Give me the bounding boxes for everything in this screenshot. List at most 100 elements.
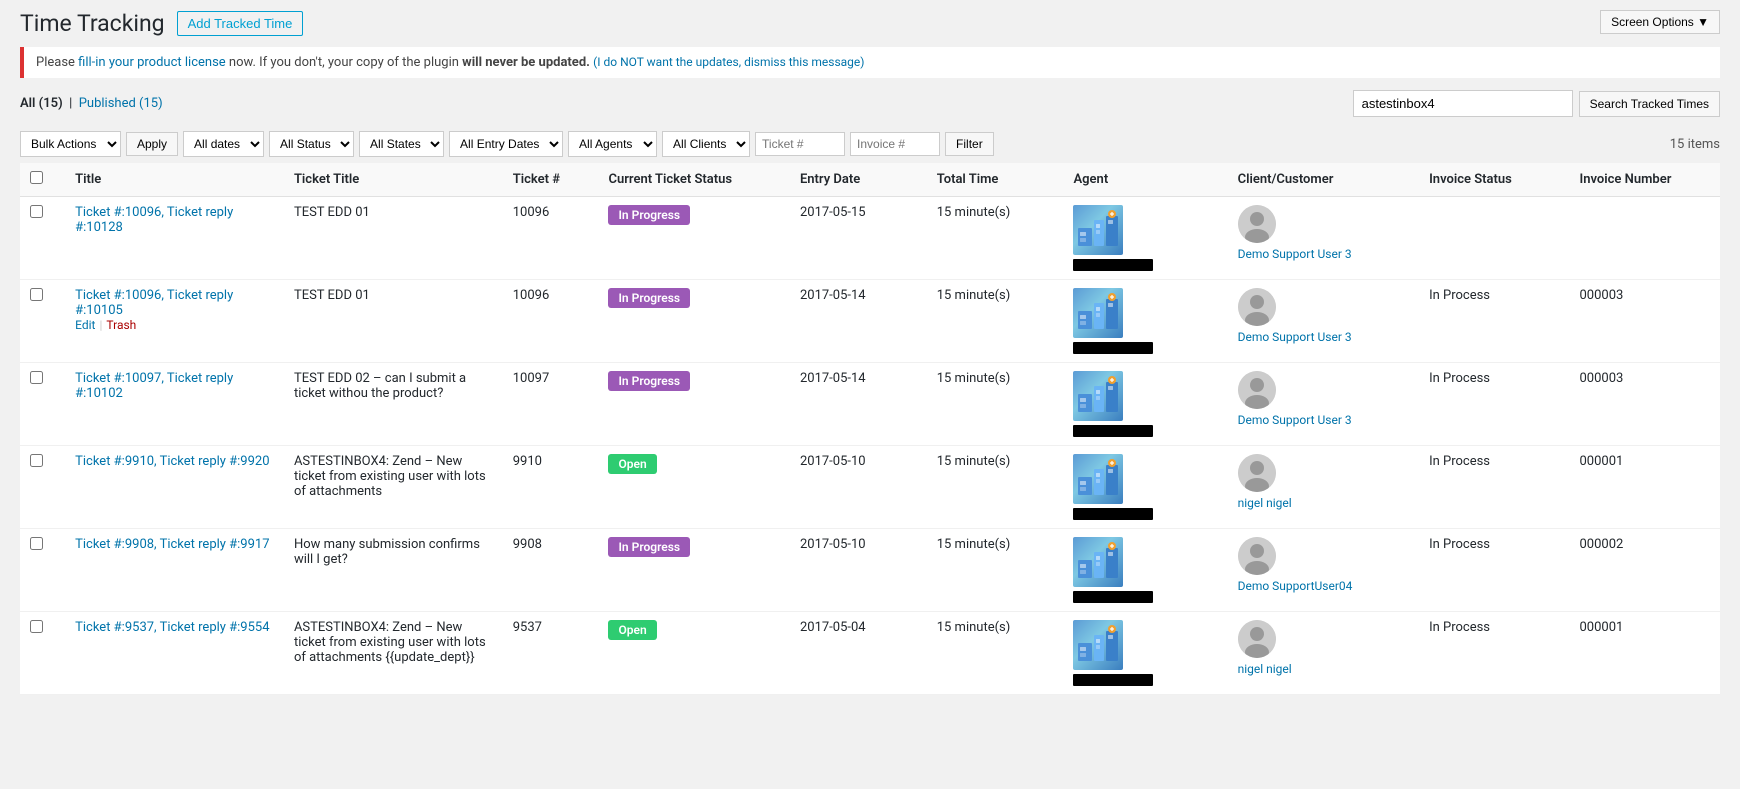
invoice-status-cell: [1419, 197, 1569, 280]
entry-date-cell: 2017-05-14: [790, 363, 927, 446]
client-name-link[interactable]: Demo Support User 3: [1238, 247, 1352, 261]
agents-filter[interactable]: All Agents: [568, 131, 657, 157]
add-tracked-time-button[interactable]: Add Tracked Time: [177, 11, 304, 36]
row-checkbox[interactable]: [30, 371, 43, 384]
ticket-num-cell: 9908: [503, 529, 599, 612]
row-checkbox[interactable]: [30, 537, 43, 550]
title-link[interactable]: Ticket #:9908, Ticket reply #:9917: [75, 537, 269, 552]
invoice-status-cell: In Process: [1419, 363, 1569, 446]
search-tracked-times-input[interactable]: [1353, 90, 1573, 117]
status-badge: In Progress: [608, 288, 690, 308]
invoice-number-cell: 000001: [1570, 446, 1721, 529]
col-header-invoice-status: Invoice Status: [1419, 163, 1569, 197]
invoice-status-cell: In Process: [1419, 280, 1569, 363]
agent-cell: [1063, 363, 1227, 446]
title-link[interactable]: Ticket #:10096, Ticket reply #:10105: [75, 288, 233, 318]
agent-name-bar: [1073, 342, 1153, 354]
title-link[interactable]: Ticket #:9537, Ticket reply #:9554: [75, 620, 269, 635]
agent-cell: [1063, 529, 1227, 612]
title-link[interactable]: Ticket #:10096, Ticket reply #:10128: [75, 205, 233, 235]
ticket-num-cell: 10096: [503, 197, 599, 280]
total-time-cell: 15 minute(s): [927, 446, 1064, 529]
client-avatar: [1238, 371, 1276, 409]
table-row: Ticket #:10097, Ticket reply #:10102 TEST…: [20, 363, 1720, 446]
apply-button[interactable]: Apply: [126, 132, 178, 156]
page-title: Time Tracking: [20, 10, 165, 37]
notice-dismiss-link[interactable]: (I do NOT want the updates, dismiss this…: [593, 55, 864, 69]
tab-all[interactable]: All (15): [20, 96, 66, 111]
ticket-num-cell: 10097: [503, 363, 599, 446]
row-checkbox[interactable]: [30, 205, 43, 218]
agent-avatar: [1073, 620, 1123, 670]
client-name-link[interactable]: nigel nigel: [1238, 662, 1292, 676]
client-name-link[interactable]: Demo Support User 3: [1238, 330, 1352, 344]
entry-dates-filter[interactable]: All Entry Dates: [449, 131, 563, 157]
ticket-title-cell: TEST EDD 02 – can I submit a ticket with…: [284, 363, 503, 446]
col-header-ticket-num: Ticket #: [503, 163, 599, 197]
agent-cell: [1063, 612, 1227, 695]
table-row: Ticket #:9910, Ticket reply #:9920ASTEST…: [20, 446, 1720, 529]
row-checkbox[interactable]: [30, 288, 43, 301]
client-cell: Demo Support User 3: [1228, 197, 1419, 280]
agent-cell: [1063, 197, 1227, 280]
status-badge: In Progress: [608, 205, 690, 225]
status-badge: In Progress: [608, 371, 690, 391]
screen-options-button[interactable]: Screen Options ▼: [1600, 10, 1720, 34]
client-avatar: [1238, 205, 1276, 243]
client-name-link[interactable]: Demo SupportUser04: [1238, 579, 1353, 593]
invoice-number-cell: 000002: [1570, 529, 1721, 612]
total-time-cell: 15 minute(s): [927, 363, 1064, 446]
col-header-invoice-num: Invoice Number: [1570, 163, 1721, 197]
status-badge: Open: [608, 454, 656, 474]
row-action-edit[interactable]: Edit: [75, 318, 95, 332]
agent-name-bar: [1073, 508, 1153, 520]
client-cell: Demo Support User 3: [1228, 280, 1419, 363]
client-avatar-icon: [1238, 288, 1276, 326]
dates-filter[interactable]: All dates: [183, 131, 264, 157]
select-all-checkbox[interactable]: [30, 171, 43, 184]
agent-name-bar: [1073, 591, 1153, 603]
agent-isometric-icon: [1076, 540, 1120, 584]
ticket-number-input[interactable]: [755, 132, 845, 156]
clients-filter[interactable]: All Clients: [662, 131, 750, 157]
col-header-agent: Agent: [1063, 163, 1227, 197]
filter-button[interactable]: Filter: [945, 132, 994, 156]
col-header-client: Client/Customer: [1228, 163, 1419, 197]
title-link[interactable]: Ticket #:10097, Ticket reply #:10102: [75, 371, 233, 401]
items-count: 15 items: [1670, 137, 1720, 152]
search-tracked-times-button[interactable]: Search Tracked Times: [1579, 91, 1720, 117]
agent-name-bar: [1073, 425, 1153, 437]
states-filter[interactable]: All States: [359, 131, 444, 157]
tab-published[interactable]: Published (15): [79, 96, 163, 111]
agent-avatar: [1073, 205, 1123, 255]
client-avatar: [1238, 620, 1276, 658]
row-checkbox[interactable]: [30, 454, 43, 467]
notice-text-after: now. If you don't, your copy of the plug…: [229, 55, 462, 70]
client-name-link[interactable]: Demo Support User 3: [1238, 413, 1352, 427]
table-row: Ticket #:10096, Ticket reply #:10105Edit…: [20, 280, 1720, 363]
row-checkbox[interactable]: [30, 620, 43, 633]
client-avatar: [1238, 454, 1276, 492]
subsubsub: All (15) | Published (15): [20, 96, 163, 111]
ticket-num-cell: 9537: [503, 612, 599, 695]
ticket-num-cell: 10096: [503, 280, 599, 363]
invoice-number-input[interactable]: [850, 132, 940, 156]
client-avatar: [1238, 537, 1276, 575]
title-link[interactable]: Ticket #:9910, Ticket reply #:9920: [75, 454, 269, 469]
row-action-trash[interactable]: Trash: [106, 318, 136, 332]
entry-date-cell: 2017-05-14: [790, 280, 927, 363]
status-filter[interactable]: All Status: [269, 131, 354, 157]
col-header-entry-date: Entry Date: [790, 163, 927, 197]
col-header-status: Current Ticket Status: [598, 163, 789, 197]
agent-name-bar: [1073, 259, 1153, 271]
entry-date-cell: 2017-05-10: [790, 529, 927, 612]
invoice-status-cell: In Process: [1419, 446, 1569, 529]
notice-license-link[interactable]: fill-in your product license: [78, 55, 226, 70]
agent-cell: [1063, 446, 1227, 529]
client-name-link[interactable]: nigel nigel: [1238, 496, 1292, 510]
bulk-actions-select[interactable]: Bulk Actions: [20, 131, 121, 157]
client-avatar: [1238, 288, 1276, 326]
table-row: Ticket #:9537, Ticket reply #:9554ASTEST…: [20, 612, 1720, 695]
agent-isometric-icon: [1076, 623, 1120, 667]
entry-date-cell: 2017-05-15: [790, 197, 927, 280]
